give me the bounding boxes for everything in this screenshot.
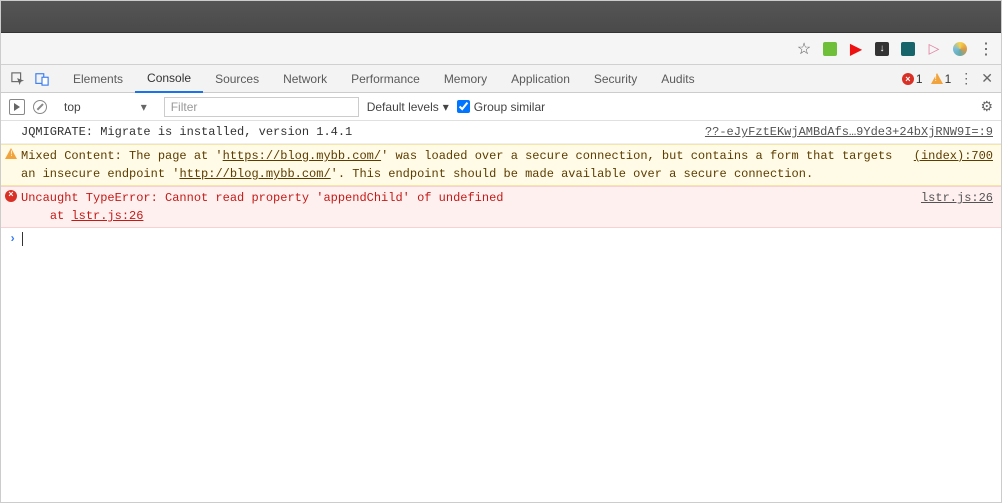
extension-icon[interactable]: ▶ (847, 40, 865, 58)
tab-network[interactable]: Network (271, 65, 339, 93)
error-counter[interactable]: × 1 (902, 72, 923, 86)
devtools-tab-bar: Elements Console Sources Network Perform… (1, 65, 1001, 93)
toggle-sidebar-icon[interactable] (9, 99, 25, 115)
extension-icon[interactable] (821, 40, 839, 58)
browser-menu-icon[interactable]: ⋮ (977, 40, 995, 58)
warning-counter[interactable]: 1 (931, 72, 952, 86)
extension-icon[interactable]: ▷ (925, 40, 943, 58)
extension-icon[interactable] (899, 40, 917, 58)
console-toolbar: top ▾ Default levels ▾ Group similar ⚙ (1, 93, 1001, 121)
tab-audits[interactable]: Audits (649, 65, 706, 93)
tab-performance[interactable]: Performance (339, 65, 432, 93)
warning-url-link[interactable]: https://blog.mybb.com/ (223, 149, 381, 163)
chevron-down-icon: ▾ (141, 100, 147, 114)
chevron-down-icon: ▾ (443, 100, 449, 114)
warning-text: Mixed Content: The page at 'https://blog… (21, 147, 894, 183)
prompt-caret (22, 232, 23, 246)
extension-icon[interactable]: ↓ (873, 40, 891, 58)
warning-url-link[interactable]: http://blog.mybb.com/ (179, 167, 330, 181)
tab-application[interactable]: Application (499, 65, 582, 93)
log-text: JQMIGRATE: Migrate is installed, version… (21, 123, 685, 141)
inspect-element-icon[interactable] (9, 70, 27, 88)
console-log-row: JQMIGRATE: Migrate is installed, version… (1, 121, 1001, 144)
group-similar-label: Group similar (474, 100, 545, 114)
close-icon[interactable]: ✕ (981, 70, 993, 87)
group-similar-input[interactable] (457, 100, 470, 113)
log-levels-select[interactable]: Default levels ▾ (367, 100, 449, 114)
context-label: top (64, 100, 81, 114)
error-count-text: 1 (916, 72, 923, 86)
console-settings-icon[interactable]: ⚙ (980, 98, 993, 115)
log-source-link[interactable]: ??-eJyFztEKwjAMBdAfs…9Yde3+24bXjRNW9I=:9 (685, 123, 993, 141)
console-error-row: × Uncaught TypeError: Cannot read proper… (1, 186, 1001, 228)
warning-source-link[interactable]: (index):700 (894, 147, 993, 183)
clear-console-icon[interactable] (33, 100, 47, 114)
console-messages: JQMIGRATE: Migrate is installed, version… (1, 121, 1001, 502)
tab-sources[interactable]: Sources (203, 65, 271, 93)
toggle-device-icon[interactable] (33, 70, 51, 88)
execution-context-select[interactable]: top ▾ (55, 97, 156, 117)
warning-icon (5, 148, 17, 159)
error-stack-link[interactable]: lstr.js:26 (71, 209, 143, 223)
bookmark-star-icon[interactable]: ☆ (795, 40, 813, 58)
tab-memory[interactable]: Memory (432, 65, 499, 93)
browser-toolbar: ☆ ▶ ↓ ▷ ⋮ (1, 33, 1001, 65)
filter-input[interactable] (164, 97, 359, 117)
tab-security[interactable]: Security (582, 65, 649, 93)
console-warning-row: Mixed Content: The page at 'https://blog… (1, 144, 1001, 186)
browser-tab-strip (1, 1, 1001, 33)
error-source-link[interactable]: lstr.js:26 (901, 189, 993, 225)
group-similar-checkbox[interactable]: Group similar (457, 100, 545, 114)
tab-console[interactable]: Console (135, 65, 203, 93)
prompt-chevron-icon: › (9, 232, 16, 246)
extension-icon[interactable] (951, 40, 969, 58)
console-prompt[interactable]: › (1, 228, 1001, 250)
levels-label: Default levels (367, 100, 439, 114)
warning-count-text: 1 (945, 72, 952, 86)
warning-icon (931, 73, 943, 84)
error-text: Uncaught TypeError: Cannot read property… (21, 189, 901, 225)
tab-elements[interactable]: Elements (61, 65, 135, 93)
error-icon: × (5, 190, 17, 202)
devtools-menu-icon[interactable]: ⋮ (959, 70, 973, 87)
error-icon: × (902, 73, 914, 85)
